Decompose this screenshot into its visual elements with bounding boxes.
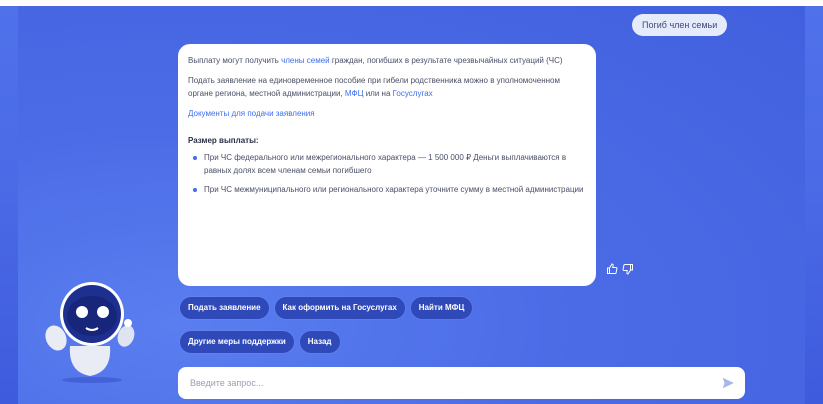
payment-bullet-2: При ЧС межмуниципального или регионально… [188, 183, 584, 196]
mfc-link[interactable]: МФЦ [345, 89, 364, 98]
gosuslugi-howto-button[interactable]: Как оформить на Госуслугах [274, 297, 405, 319]
thumbs-up-icon[interactable] [606, 262, 618, 280]
bot-paragraph-2: Подать заявление на единовременное пособ… [188, 74, 584, 100]
user-message-text: Погиб член семьи [642, 20, 718, 30]
submit-application-button[interactable]: Подать заявление [180, 297, 269, 319]
p2-text-mid: или на [363, 89, 393, 98]
gosuslugi-link[interactable]: Госуслугах [393, 89, 433, 98]
p1-text-end: граждан, погибших в результате чрезвычай… [329, 56, 563, 65]
payment-size-title: Размер выплаты: [188, 136, 259, 145]
bot-message-card: Выплату могут получить члены семей гражд… [178, 44, 596, 286]
robot-avatar [40, 276, 140, 386]
back-button[interactable]: Назад [299, 331, 340, 353]
other-support-button[interactable]: Другие меры поддержки [180, 331, 294, 353]
family-members-link[interactable]: члены семей [281, 56, 330, 65]
bot-paragraph-1: Выплату могут получить члены семей гражд… [188, 54, 584, 67]
thumbs-down-icon[interactable] [622, 262, 634, 280]
message-input[interactable] [188, 377, 692, 389]
quick-actions-row-1: Подать заявление Как оформить на Госуслу… [180, 297, 473, 319]
send-icon[interactable] [721, 376, 735, 390]
quick-actions-row-2: Другие меры поддержки Назад [180, 331, 340, 353]
bullet-dot [193, 156, 197, 160]
user-message-bubble: Погиб член семьи [632, 14, 728, 36]
message-input-bar [178, 367, 745, 399]
bullet-2-text: При ЧС межмуниципального или регионально… [204, 185, 584, 194]
find-mfc-button[interactable]: Найти МФЦ [410, 297, 473, 319]
payment-bullet-1: При ЧС федерального или межрегионального… [188, 151, 584, 177]
bullet-1-text: При ЧС федерального или межрегионального… [204, 153, 567, 175]
bullet-dot [193, 188, 197, 192]
p1-text: Выплату могут получить [188, 56, 282, 65]
feedback-buttons [606, 262, 634, 280]
documents-link[interactable]: Документы для подачи заявления [188, 107, 584, 120]
